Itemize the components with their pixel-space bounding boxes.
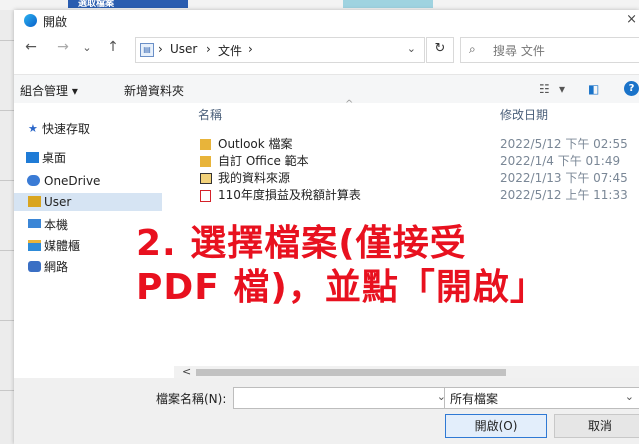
file-date: 2022/1/13 下午 07:45: [500, 171, 628, 185]
command-toolbar: 組合管理 ▾ 新增資料夾 ☷ ▾ ◧ ?: [14, 74, 639, 103]
file-name: Outlook 檔案: [218, 137, 293, 151]
data-source-icon: [200, 173, 212, 184]
breadcrumb-user[interactable]: User: [170, 42, 197, 56]
sidebar-item-label: 本機: [44, 218, 69, 232]
filename-label: 檔案名稱(N):: [156, 392, 227, 406]
address-bar[interactable]: ▤ › User › 文件 › ⌄: [135, 37, 425, 63]
edge-logo-icon: [24, 14, 37, 27]
pdf-icon: [200, 190, 211, 202]
background-tab-select-file: 選取檔案: [68, 0, 188, 8]
sidebar-item-label: 媒體櫃: [44, 239, 81, 253]
search-placeholder: 搜尋 文件: [493, 44, 545, 58]
organize-button[interactable]: 組合管理 ▾: [20, 82, 78, 99]
breadcrumb-documents[interactable]: 文件: [218, 42, 242, 59]
dialog-footer: 檔案名稱(N): ⌄ 所有檔案 ⌄ 開啟(O) 取消: [14, 378, 639, 444]
pin-icon: ★: [28, 122, 38, 135]
breadcrumb-separator: ›: [158, 42, 163, 56]
scrollbar-thumb[interactable]: [196, 369, 506, 376]
user-folder-icon: [28, 196, 41, 207]
network-icon: [28, 261, 41, 272]
sidebar-item-onedrive[interactable]: OneDrive: [14, 172, 162, 190]
background-tab-accent: [343, 0, 433, 8]
recent-locations-icon[interactable]: ⌄: [78, 41, 96, 54]
sidebar-item-label: OneDrive: [44, 174, 101, 188]
documents-folder-icon: ▤: [140, 43, 154, 57]
file-date: 2022/1/4 下午 01:49: [500, 154, 621, 168]
help-icon[interactable]: ?: [624, 81, 639, 96]
file-type-value: 所有檔案: [450, 392, 499, 406]
search-icon: ⌕: [469, 42, 476, 56]
computer-icon: [28, 219, 41, 228]
annotation-line-1: 2. 選擇檔案(僅接受: [136, 223, 467, 264]
library-icon: [28, 240, 41, 251]
close-icon[interactable]: ×: [626, 12, 637, 27]
file-row[interactable]: Outlook 檔案 2022/5/12 下午 02:55: [174, 136, 639, 153]
search-box[interactable]: ⌕ 搜尋 文件: [460, 37, 639, 63]
folder-icon: [200, 139, 211, 150]
forward-arrow-icon[interactable]: →: [54, 39, 72, 55]
up-folder-icon[interactable]: ↑: [104, 39, 122, 55]
file-date: 2022/5/12 下午 02:55: [500, 137, 628, 151]
file-name: 自訂 Office 範本: [218, 154, 309, 168]
open-button[interactable]: 開啟(O): [445, 414, 547, 438]
background-page-left: [0, 10, 15, 444]
address-dropdown-icon[interactable]: ⌄: [407, 42, 416, 55]
cloud-icon: [27, 175, 40, 186]
folder-icon: [200, 156, 211, 167]
desktop-icon: [26, 152, 39, 163]
sidebar-item-label: 快速存取: [42, 122, 91, 136]
sidebar-item-label: 網路: [44, 260, 69, 274]
sidebar-item-quick-access[interactable]: ★ 快速存取: [14, 120, 162, 138]
sidebar-item-label: User: [44, 195, 72, 209]
view-dropdown[interactable]: ▾: [559, 82, 565, 96]
file-type-filter[interactable]: 所有檔案 ⌄: [444, 387, 639, 409]
breadcrumb-separator: ›: [206, 42, 211, 56]
sort-caret-icon: ^: [345, 99, 354, 110]
dialog-title: 開啟: [43, 15, 68, 29]
horizontal-scrollbar[interactable]: <: [174, 365, 639, 378]
background-page-top: 選取檔案: [0, 0, 639, 10]
chevron-down-icon: ⌄: [624, 390, 634, 403]
annotation-line-2: PDF 檔)，並點「開啟」: [136, 267, 547, 308]
preview-pane-icon[interactable]: ◧: [588, 82, 599, 96]
scroll-left-icon[interactable]: <: [182, 365, 191, 378]
instruction-annotation: 2. 選擇檔案(僅接受 PDF 檔)，並點「開啟」: [136, 222, 636, 310]
view-options-icon[interactable]: ☷: [539, 82, 550, 96]
file-row[interactable]: 自訂 Office 範本 2022/1/4 下午 01:49: [174, 153, 639, 170]
filename-input[interactable]: ⌄: [233, 387, 453, 409]
column-header-date[interactable]: 修改日期: [500, 106, 548, 123]
breadcrumb-separator: ›: [248, 42, 253, 56]
new-folder-button[interactable]: 新增資料夾: [124, 82, 184, 99]
file-name: 110年度損益及稅額計算表: [218, 188, 361, 202]
file-name: 我的資料來源: [218, 171, 291, 185]
sidebar-item-desktop[interactable]: 桌面: [14, 149, 162, 167]
sidebar-item-user[interactable]: User: [14, 193, 162, 211]
back-arrow-icon[interactable]: ←: [22, 39, 40, 55]
cancel-button[interactable]: 取消: [554, 414, 639, 438]
sidebar-item-label: 桌面: [42, 151, 67, 165]
file-date: 2022/5/12 上午 11:33: [500, 188, 628, 202]
dialog-titlebar: 開啟 ×: [14, 10, 639, 32]
navigation-bar: ← → ⌄ ↑ ▤ › User › 文件 › ⌄ ↻ ⌕ 搜尋 文件: [14, 34, 639, 64]
column-header-name[interactable]: 名稱: [198, 106, 222, 123]
refresh-button[interactable]: ↻: [426, 37, 454, 63]
file-row[interactable]: 110年度損益及稅額計算表 2022/5/12 上午 11:33: [174, 187, 639, 204]
file-row[interactable]: 我的資料來源 2022/1/13 下午 07:45: [174, 170, 639, 187]
